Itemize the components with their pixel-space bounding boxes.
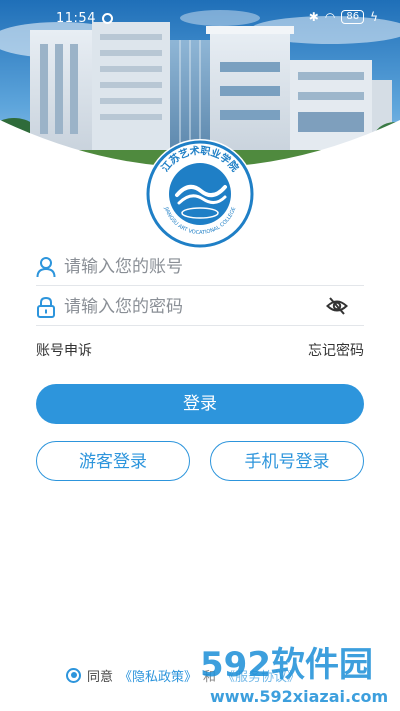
status-time: 11:54 [56, 11, 96, 26]
status-indicators: ✱ ◠ 86 ϟ [309, 10, 378, 24]
wifi-icon: ◠ [324, 10, 336, 24]
agreement-prefix: 同意 [87, 669, 114, 685]
battery-indicator: 86 [341, 10, 365, 24]
password-input[interactable] [64, 292, 334, 322]
school-logo: 江苏艺术职业学院 JIANGSU ART VOCATIONAL COLLEGE [143, 137, 257, 251]
forgot-password-link[interactable]: 忘记密码 [308, 340, 364, 360]
watermark-brand: 592软件园 [200, 645, 373, 685]
status-bar: 11:54 ✱ ◠ 86 ϟ [0, 0, 400, 34]
site-watermark: 592软件园 www.592xiazai.com [196, 636, 400, 711]
user-icon [36, 256, 56, 278]
privacy-policy-link[interactable]: 《隐私政策》 [119, 666, 197, 685]
account-appeal-link[interactable]: 账号申诉 [36, 340, 92, 360]
charging-icon: ϟ [370, 10, 378, 24]
login-button[interactable]: 登录 [36, 384, 364, 424]
record-indicator-icon [102, 13, 113, 24]
password-field [36, 286, 364, 326]
guest-login-button[interactable]: 游客登录 [36, 441, 190, 481]
account-input[interactable] [64, 252, 334, 282]
lock-icon [36, 296, 56, 318]
bluetooth-icon: ✱ [308, 10, 319, 24]
eye-off-icon[interactable] [326, 296, 348, 316]
radio-checked-icon[interactable] [66, 667, 81, 683]
account-field [36, 246, 364, 286]
account-links: 账号申诉 忘记密码 [36, 338, 364, 360]
phone-login-button[interactable]: 手机号登录 [210, 441, 364, 481]
watermark-url: www.592xiazai.com [210, 687, 388, 706]
